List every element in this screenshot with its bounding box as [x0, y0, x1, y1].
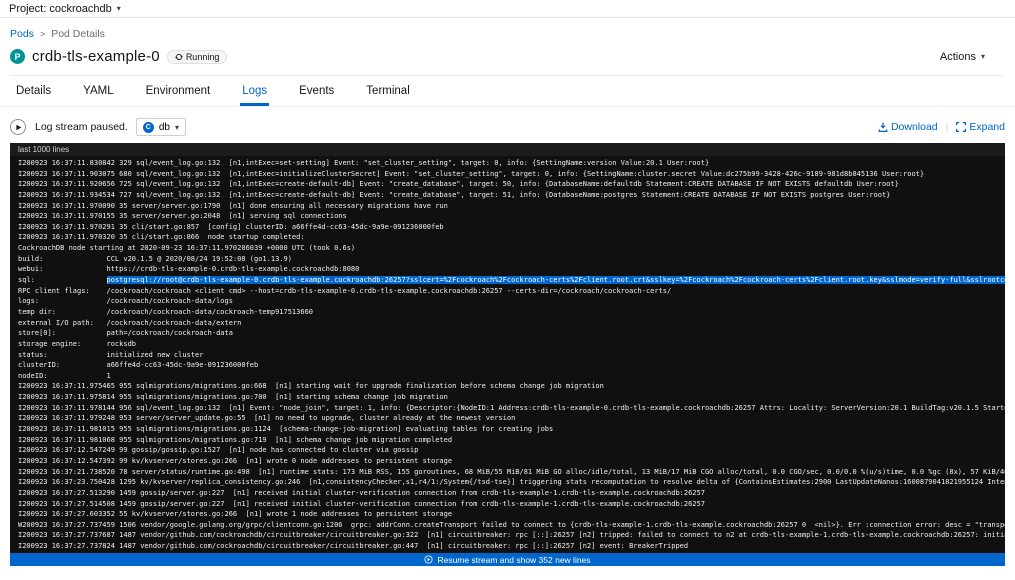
log-line: RPC client flags: /cockroach/cockroach <…	[18, 286, 1005, 297]
log-line: I200923 16:37:27.513290 1459 gossip/serv…	[18, 488, 1005, 499]
container-select[interactable]: C db ▾	[136, 118, 186, 136]
status-badge: Running	[167, 50, 228, 64]
log-line-count-header: last 1000 lines	[10, 143, 1005, 156]
log-line: I200923 16:37:23.750428 1295 kv/kvserver…	[18, 477, 1005, 488]
breadcrumb: Pods > Pod Details	[10, 28, 1003, 40]
log-line: I200923 16:37:27.514508 1459 gossip/serv…	[18, 499, 1005, 510]
tab-events[interactable]: Events	[297, 77, 336, 106]
log-line: I200923 16:37:11.830842 329 sql/event_lo…	[18, 158, 1005, 169]
tab-environment[interactable]: Environment	[144, 77, 213, 106]
breadcrumb-separator: >	[40, 29, 45, 39]
tab-logs[interactable]: Logs	[240, 77, 269, 106]
log-line: external I/O path: /cockroach/cockroach-…	[18, 318, 1005, 329]
log-line: clusterID: a66ffe4d-cc63-45dc-9a9e-09123…	[18, 360, 1005, 371]
header-divider	[10, 75, 1003, 76]
container-select-value: db	[159, 122, 170, 133]
log-line: I200923 16:37:27.603352 55 kv/kvserver/s…	[18, 509, 1005, 520]
log-line: status: initialized new cluster	[18, 350, 1005, 361]
log-line: CockroachDB node starting at 2020-09-23 …	[18, 243, 1005, 254]
expand-link-label: Expand	[969, 121, 1005, 133]
log-line: I200923 16:37:11.970291 35 cli/start.go:…	[18, 222, 1005, 233]
actions-dropdown-label: Actions	[940, 51, 976, 63]
toolbar-separator: |	[946, 121, 949, 133]
log-line: I200923 16:37:11.970090 35 server/server…	[18, 201, 1005, 212]
log-line: I200923 16:37:11.975465 955 sqlmigration…	[18, 381, 1005, 392]
log-toolbar: Log stream paused. C db ▾ Download | Exp…	[10, 118, 1005, 136]
breadcrumb-current: Pod Details	[51, 28, 105, 40]
log-line: sql: postgresql://root@crdb-tls-example-…	[18, 275, 1005, 286]
status-badge-label: Running	[186, 52, 220, 62]
log-lines: I200923 16:37:11.830842 329 sql/event_lo…	[10, 156, 1005, 562]
tab-bar: Details YAML Environment Logs Events Ter…	[0, 77, 1015, 107]
log-line: I200923 16:37:27.737824 1487 vendor/gith…	[18, 541, 1005, 552]
log-line: I200923 16:37:11.981068 955 sqlmigration…	[18, 435, 1005, 446]
log-line: I200923 16:37:11.978144 956 sql/event_lo…	[18, 403, 1005, 414]
download-link[interactable]: Download	[878, 121, 938, 133]
log-line: I200923 16:37:11.979248 953 server/serve…	[18, 413, 1005, 424]
resume-stream-banner[interactable]: Resume stream and show 352 new lines	[10, 553, 1005, 566]
log-line: W200923 16:37:27.737459 1506 vendor/goog…	[18, 520, 1005, 531]
log-line: nodeID: 1	[18, 371, 1005, 382]
tab-terminal[interactable]: Terminal	[364, 77, 411, 106]
log-line: I200923 16:37:11.970155 35 server/server…	[18, 211, 1005, 222]
expand-icon	[956, 122, 966, 132]
log-line: I200923 16:37:11.975814 955 sqlmigration…	[18, 392, 1005, 403]
resume-stream-button[interactable]	[10, 119, 26, 135]
pod-icon: P	[10, 49, 25, 64]
log-line: build: CCL v20.1.5 @ 2020/08/24 19:52:08…	[18, 254, 1005, 265]
log-line: webui: https://crdb-tls-example-0.crdb-t…	[18, 264, 1005, 275]
log-line: I200923 16:37:11.970320 35 cli/start.go:…	[18, 232, 1005, 243]
log-line: I200923 16:37:11.903075 680 sql/event_lo…	[18, 169, 1005, 180]
log-line: I200923 16:37:12.547249 99 gossip/gossip…	[18, 445, 1005, 456]
log-line: I200923 16:37:11.981015 955 sqlmigration…	[18, 424, 1005, 435]
chevron-down-icon: ▾	[117, 4, 121, 13]
log-line: store[0]: path=/cockroach/cockroach-data	[18, 328, 1005, 339]
page-title: crdb-tls-example-0	[32, 48, 160, 65]
play-icon	[15, 124, 22, 131]
breadcrumb-pods-link[interactable]: Pods	[10, 28, 34, 40]
log-line: I200923 16:37:21.738520 78 server/status…	[18, 467, 1005, 478]
log-line: I200923 16:37:11.920656 725 sql/event_lo…	[18, 179, 1005, 190]
tab-details[interactable]: Details	[14, 77, 53, 106]
container-icon: C	[143, 122, 154, 133]
project-selector-label[interactable]: Project: cockroachdb	[9, 3, 112, 15]
chevron-down-icon: ▾	[175, 123, 179, 132]
chevron-down-icon: ▾	[981, 52, 985, 61]
log-line: I200923 16:37:12.547392 99 kv/kvserver/s…	[18, 456, 1005, 467]
download-link-label: Download	[891, 121, 938, 133]
log-line: storage engine: rocksdb	[18, 339, 1005, 350]
sync-icon	[175, 53, 183, 61]
expand-link[interactable]: Expand	[956, 121, 1005, 133]
resume-stream-banner-label: Resume stream and show 352 new lines	[437, 555, 590, 565]
log-line: I200923 16:37:11.934534 727 sql/event_lo…	[18, 190, 1005, 201]
log-line: temp dir: /cockroach/cockroach-data/cock…	[18, 307, 1005, 318]
actions-dropdown[interactable]: Actions ▾	[940, 51, 985, 63]
tab-yaml[interactable]: YAML	[81, 77, 115, 106]
download-icon	[878, 122, 888, 132]
resume-play-icon	[424, 555, 433, 564]
stream-status-text: Log stream paused.	[35, 121, 128, 133]
page-title-row: P crdb-tls-example-0 Running Actions ▾	[10, 48, 1003, 65]
project-selector[interactable]: Project: cockroachdb ▾	[0, 0, 1015, 18]
log-line: logs: /cockroach/cockroach-data/logs	[18, 296, 1005, 307]
log-viewer: last 1000 lines I200923 16:37:11.830842 …	[10, 143, 1005, 566]
log-line: I200923 16:37:27.737687 1487 vendor/gith…	[18, 530, 1005, 541]
